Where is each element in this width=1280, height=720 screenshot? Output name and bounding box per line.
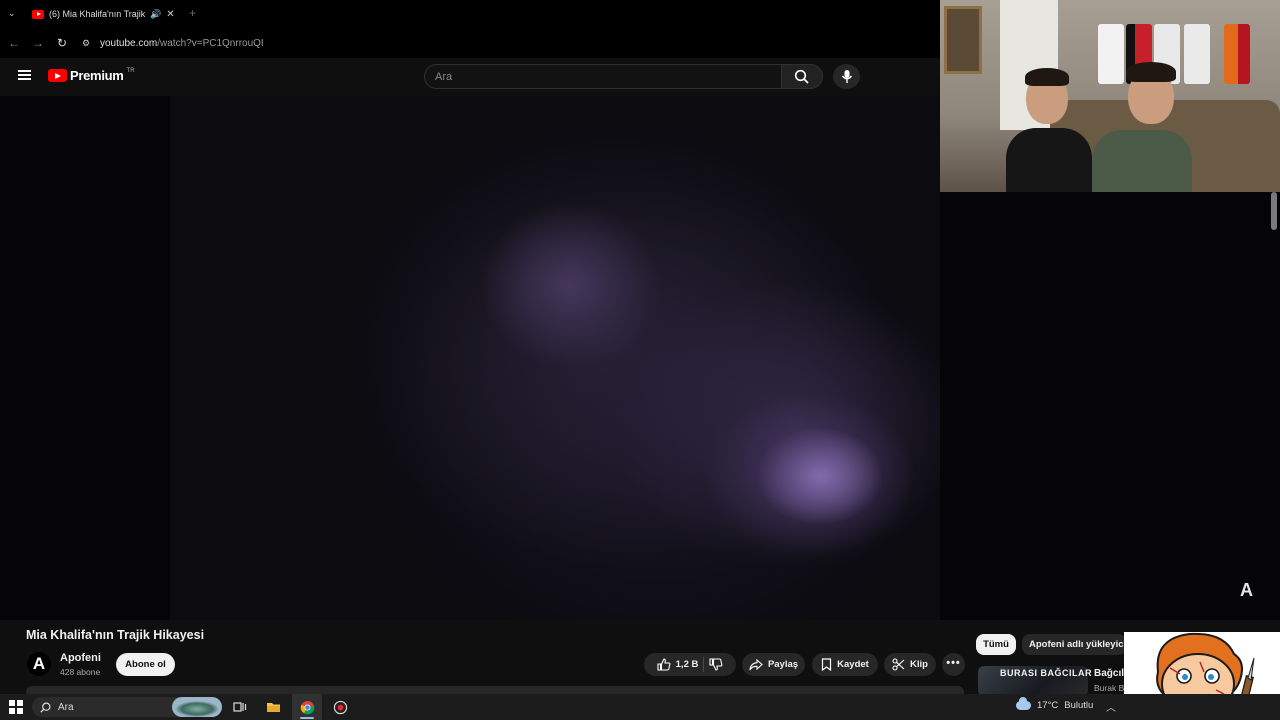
webcam-overlay <box>940 0 1280 192</box>
chip-all[interactable]: Tümü <box>976 634 1016 655</box>
menu-icon[interactable] <box>18 70 31 80</box>
file-explorer-icon[interactable] <box>264 698 282 716</box>
youtube-favicon-icon <box>32 9 44 19</box>
channel-name[interactable]: Apofeni <box>60 652 101 664</box>
taskbar-search-highlight-image <box>172 697 222 717</box>
webcam-person-right <box>1092 62 1192 192</box>
browser-tab[interactable]: (6) Mia Khalifa'nın Trajik Hi 🔊 ✕ <box>26 4 182 24</box>
browser-tab-strip: ⌄ (6) Mia Khalifa'nın Trajik Hi 🔊 ✕ + <box>0 0 940 28</box>
like-divider <box>703 657 705 672</box>
logo-region: TR <box>126 67 135 74</box>
recommended-channel[interactable]: Burak Ba <box>1094 683 1126 693</box>
temperature: 17°C <box>1037 700 1059 711</box>
subscriber-count: 428 abone <box>60 667 101 677</box>
video-title: Mia Khalifa'nın Trajik Hikayesi <box>26 628 205 642</box>
youtube-play-logo-icon <box>48 69 67 82</box>
system-tray-chevron-icon[interactable]: ︿ <box>1106 699 1116 714</box>
webcam-person-left <box>1006 66 1092 192</box>
cloud-icon <box>1016 697 1031 710</box>
search-button[interactable] <box>781 64 823 89</box>
weather-widget[interactable]: 17°C Bulutlu <box>1016 697 1094 711</box>
recommended-thumbnail-text: BURASI BAĞCILAR <box>1000 668 1092 678</box>
chip-from-uploader[interactable]: Apofeni adlı yükleyiciden <box>1022 634 1126 655</box>
recommended-title[interactable]: Bağcılar <box>1094 668 1126 679</box>
chrome-active-indicator <box>300 717 314 719</box>
share-icon <box>749 658 763 670</box>
search-placeholder: Ara <box>435 70 453 83</box>
clip-label: Klip <box>910 659 928 670</box>
clip-button[interactable]: Klip <box>884 653 936 676</box>
more-icon: ••• <box>946 656 961 669</box>
chrome-icon[interactable] <box>298 698 316 716</box>
clip-icon <box>892 658 905 671</box>
save-icon <box>822 658 832 671</box>
taskbar-search-icon <box>40 701 51 713</box>
tab-close-icon[interactable]: ✕ <box>166 9 174 20</box>
youtube-logo[interactable]: Premium TR <box>48 68 135 83</box>
like-count[interactable]: 1,2 B <box>676 659 699 670</box>
windows-start-icon[interactable] <box>9 700 23 714</box>
dislike-icon[interactable] <box>709 658 723 671</box>
share-button[interactable]: Paylaş <box>742 653 805 676</box>
like-icon[interactable] <box>657 658 671 671</box>
jersey-orange <box>1224 24 1250 84</box>
save-label: Kaydet <box>837 659 869 670</box>
mic-icon <box>841 70 852 83</box>
address-bar: ← → ↻ ⚙ youtube.com/watch?v=PC1QnrrouQI <box>0 28 940 58</box>
url-field[interactable]: youtube.com/watch?v=PC1QnrrouQI <box>100 38 264 49</box>
share-label: Paylaş <box>767 659 799 670</box>
tab-audio-icon[interactable]: 🔊 <box>150 9 161 20</box>
channel-watermark[interactable]: A <box>1240 580 1253 601</box>
site-info-icon[interactable]: ⚙ <box>74 38 98 49</box>
subscribe-button[interactable]: Abone ol <box>116 653 175 676</box>
save-button[interactable]: Kaydet <box>812 653 878 676</box>
page-scrollbar[interactable] <box>1271 192 1277 230</box>
new-tab-icon[interactable]: + <box>189 6 196 20</box>
webcam-portrait-frame <box>944 6 982 74</box>
more-actions-button[interactable]: ••• <box>942 653 965 676</box>
logo-text: Premium <box>70 68 124 83</box>
reload-icon[interactable]: ↻ <box>50 36 74 50</box>
recording-app-icon[interactable] <box>331 698 349 716</box>
search-icon <box>794 69 809 84</box>
forward-icon[interactable]: → <box>26 36 50 50</box>
back-icon[interactable]: ← <box>2 36 26 50</box>
channel-avatar[interactable]: A <box>27 652 51 676</box>
description-box[interactable] <box>26 686 964 694</box>
search-input[interactable]: Ara <box>424 64 782 89</box>
like-dislike-group: 1,2 B <box>644 653 736 676</box>
youtube-header: Premium TR Ara <box>0 58 940 96</box>
voice-search-button[interactable] <box>833 64 860 89</box>
weather-condition: Bulutlu <box>1064 700 1094 711</box>
task-view-icon[interactable] <box>231 698 249 716</box>
tab-title: (6) Mia Khalifa'nın Trajik Hi <box>49 9 145 19</box>
taskbar-search-placeholder: Ara <box>58 701 74 713</box>
tab-search-chevron-icon[interactable]: ⌄ <box>8 8 16 19</box>
